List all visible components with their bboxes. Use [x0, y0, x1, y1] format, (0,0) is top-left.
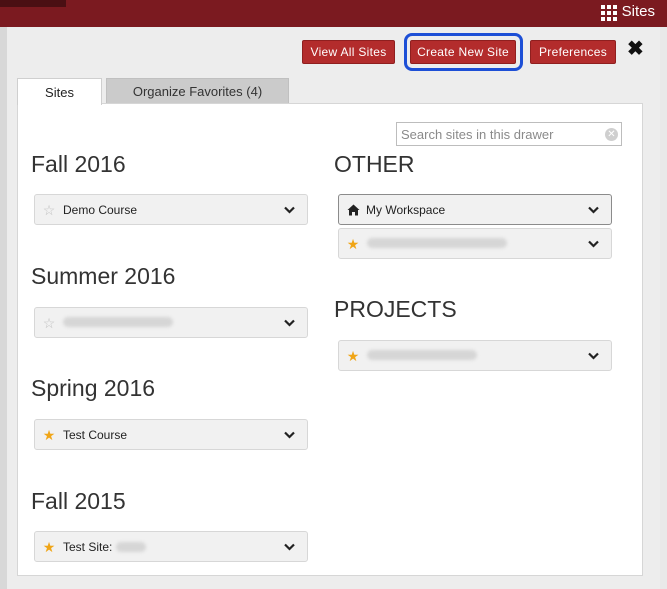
chevron-down-icon[interactable] — [587, 352, 599, 360]
sites-toggle-label: Sites — [621, 3, 655, 20]
site-label-redacted — [63, 316, 283, 330]
background-page-edge — [0, 27, 7, 589]
chevron-down-icon[interactable] — [283, 319, 295, 327]
favorite-star-icon[interactable]: ★ — [42, 428, 56, 442]
clear-search-icon[interactable]: ✕ — [605, 128, 618, 141]
top-navigation-bar: Sites — [0, 0, 667, 27]
sites-toggle[interactable]: Sites — [600, 3, 655, 21]
term-heading-summer-2016: Summer 2016 — [31, 263, 176, 289]
home-icon — [346, 204, 360, 216]
create-button-highlight — [404, 33, 523, 71]
search-input[interactable] — [396, 122, 622, 146]
site-item-other-favorite[interactable]: ★ — [338, 228, 612, 259]
chevron-down-icon[interactable] — [283, 206, 295, 214]
site-label: Test Site: — [63, 540, 283, 554]
site-item-demo-course[interactable]: ☆ Demo Course — [34, 194, 308, 225]
favorite-star-icon[interactable]: ★ — [346, 349, 360, 363]
site-label-redacted — [367, 237, 587, 251]
chevron-down-icon[interactable] — [587, 206, 599, 214]
chevron-down-icon[interactable] — [283, 543, 295, 551]
site-label: Test Course — [63, 427, 128, 442]
view-all-sites-button[interactable]: View All Sites — [302, 40, 395, 64]
term-heading-fall-2015: Fall 2015 — [31, 488, 126, 514]
group-heading-other: OTHER — [334, 151, 415, 177]
term-heading-spring-2016: Spring 2016 — [31, 375, 156, 401]
favorite-star-icon[interactable]: ☆ — [42, 316, 56, 330]
site-item-my-workspace[interactable]: My Workspace — [338, 194, 612, 225]
favorite-star-icon[interactable]: ★ — [346, 237, 360, 251]
chevron-down-icon[interactable] — [283, 431, 295, 439]
site-item-test-site[interactable]: ★ Test Site: — [34, 531, 308, 562]
chevron-down-icon[interactable] — [587, 240, 599, 248]
close-icon[interactable]: ✖ — [627, 38, 644, 60]
site-item-project[interactable]: ★ — [338, 340, 612, 371]
preferences-button[interactable]: Preferences — [530, 40, 616, 64]
site-label: My Workspace — [366, 202, 446, 217]
group-heading-projects: PROJECTS — [334, 296, 457, 322]
site-label: Demo Course — [63, 202, 138, 217]
topbar-left-strip — [0, 0, 66, 7]
favorite-star-icon[interactable]: ☆ — [42, 203, 56, 217]
favorite-star-icon[interactable]: ★ — [42, 540, 56, 554]
term-heading-fall-2016: Fall 2016 — [31, 151, 126, 177]
site-item-summer-course[interactable]: ☆ — [34, 307, 308, 338]
tab-sites[interactable]: Sites — [17, 78, 102, 105]
grid-icon — [600, 4, 617, 21]
tab-organize-favorites[interactable]: Organize Favorites (4) — [106, 78, 289, 104]
site-item-test-course[interactable]: ★ Test Course — [34, 419, 308, 450]
site-label-redacted — [367, 349, 587, 363]
